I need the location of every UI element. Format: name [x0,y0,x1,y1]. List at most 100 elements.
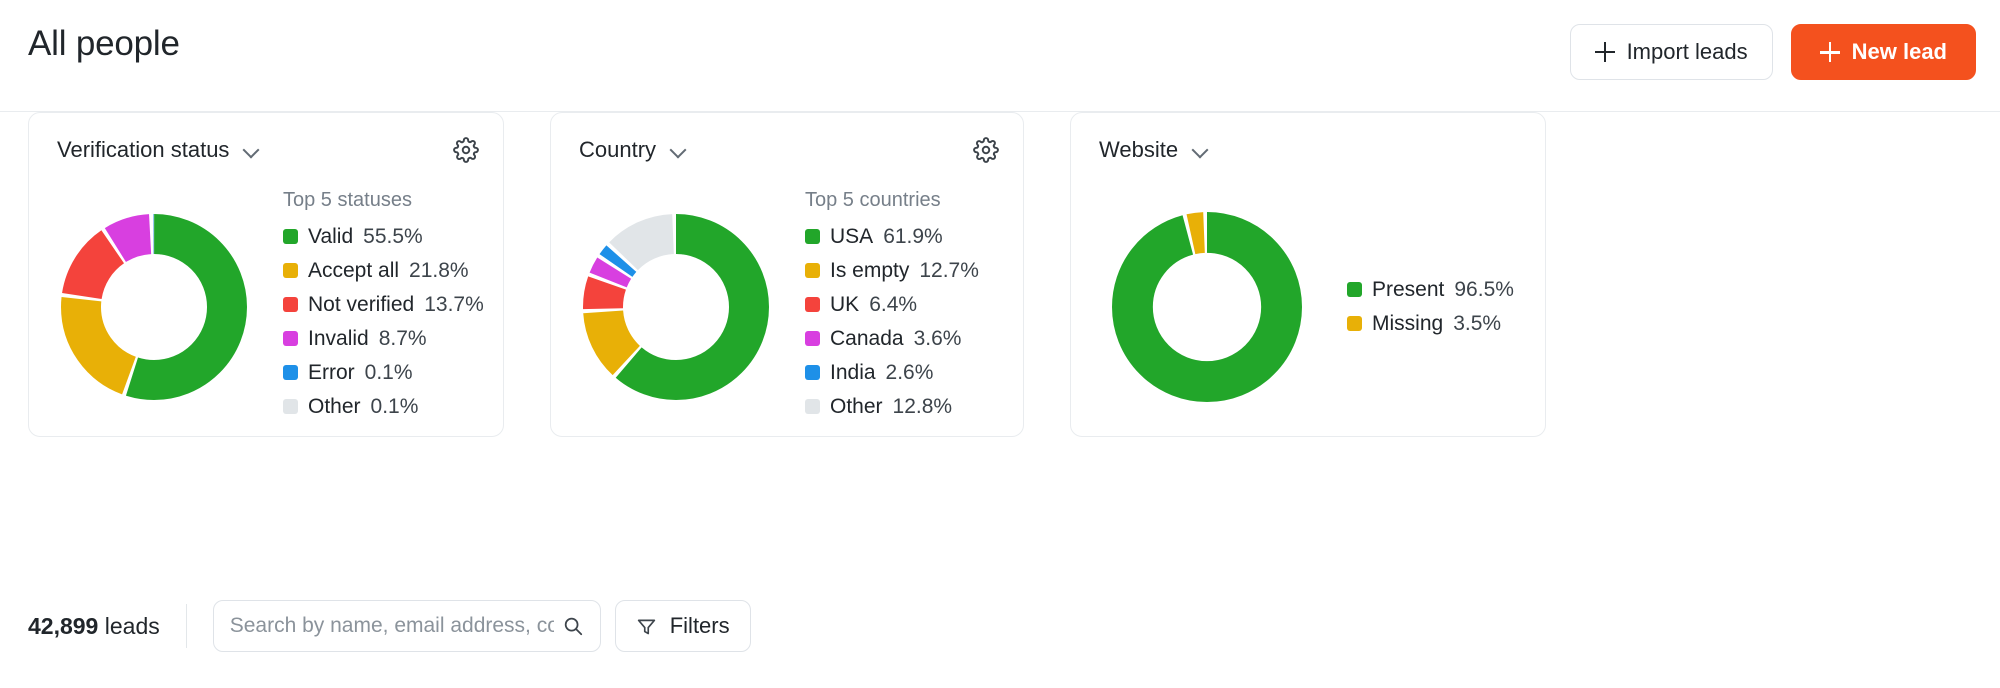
legend-item[interactable]: Present 96.5% [1347,273,1545,307]
legend-value: 3.6% [913,326,962,350]
card-title: Verification status [57,137,230,162]
gear-icon[interactable] [453,137,479,163]
donut-chart-website [1071,211,1343,402]
new-lead-button[interactable]: New lead [1790,24,1976,80]
legend-item[interactable]: Other 12.8% [805,390,1023,424]
legend-value: 96.5% [1454,277,1514,301]
legend-list: USA 61.9% Is empty 12.7% UK 6.4% Canada 3.6% Ind… [805,220,1023,424]
legend-label: Present [1372,277,1445,301]
legend-swatch [283,297,298,312]
legend-swatch [283,229,298,244]
legend-verification: Top 5 statuses Valid 55.5% Accept all 21.8%… [279,190,503,424]
legend-value: 13.7% [424,292,484,316]
card-verification-status-body: Top 5 statuses Valid 55.5% Accept all 21.8%… [29,175,503,438]
legend-swatch [805,263,820,278]
legend-item[interactable]: India 2.6% [805,356,1023,390]
import-leads-label: Import leads [1626,39,1748,64]
legend-value: 21.8% [409,258,469,282]
legend-swatch [805,331,820,346]
card-title: Website [1099,137,1179,162]
legend-swatch [1347,282,1362,297]
donut-chart-country [551,213,801,400]
legend-label: UK [830,292,860,316]
legend-label: Is empty [830,258,910,282]
legend-label: India [830,360,876,384]
header-actions: Import leads New lead [1569,24,1976,80]
page-title: All people [28,24,180,63]
leads-count: 42,899 leads [28,613,160,640]
legend-value: 3.5% [1453,311,1502,335]
legend-value: 2.6% [885,360,934,384]
legend-label: Other [830,394,883,418]
card-verification-status: Verification status Top 5 statuses Valid… [28,112,504,437]
legend-label: Valid [308,224,354,248]
legend-item[interactable]: Missing 3.5% [1347,307,1545,341]
legend-label: Not verified [308,292,415,316]
legend-value: 12.8% [892,394,953,418]
legend-label: Missing [1372,311,1444,335]
legend-item[interactable]: Accept all 21.8% [283,254,503,288]
search-input[interactable] [213,601,600,651]
card-website-header[interactable]: Website [1099,137,1208,163]
legend-label: Other [308,394,361,418]
plus-icon [1594,42,1615,62]
legend-item[interactable]: Valid 55.5% [283,220,503,254]
leads-count-value: 42,899 [28,612,99,639]
search-box[interactable] [212,600,601,652]
legend-swatch [805,229,820,244]
legend-item[interactable]: Not verified 13.7% [283,288,503,322]
legend-item[interactable]: USA 61.9% [805,220,1023,254]
card-website: Website Present 96.5% Missing 3.5% [1070,112,1546,437]
legend-label: Canada [830,326,904,350]
import-leads-button[interactable]: Import leads [1569,24,1773,80]
legend-value: 6.4% [869,292,918,316]
legend-item[interactable]: Error 0.1% [283,356,503,390]
legend-swatch [805,365,820,380]
legend-swatch [283,331,298,346]
plus-icon [1819,42,1840,62]
card-verification-status-header[interactable]: Verification status [57,137,259,163]
app-root: All people Import leads New lead Verific… [0,0,2000,688]
legend-value: 55.5% [363,224,423,248]
legend-item[interactable]: Is empty 12.7% [805,254,1023,288]
legend-value: 0.1% [364,360,413,384]
card-country: Country Top 5 countries USA 61.9% Is empty… [550,112,1024,437]
legend-label: Invalid [308,326,369,350]
legend-label: Accept all [308,258,400,282]
legend-item[interactable]: Canada 3.6% [805,322,1023,356]
legend-item[interactable]: UK 6.4% [805,288,1023,322]
legend-country: Top 5 countries USA 61.9% Is empty 12.7% UK 6… [801,190,1023,424]
legend-value: 8.7% [378,326,427,350]
search-icon[interactable] [562,615,584,637]
filters-label: Filters [669,613,730,638]
donut-segment[interactable] [1112,211,1302,402]
legend-label: Error [308,360,355,384]
page-header: All people Import leads New lead [0,0,2000,112]
legend-list: Valid 55.5% Accept all 21.8% Not verified 13.… [283,220,503,424]
legend-swatch [283,399,298,414]
gear-icon[interactable] [973,137,999,163]
legend-swatch [805,297,820,312]
legend-swatch [283,263,298,278]
card-country-header[interactable]: Country [579,137,686,163]
legend-item[interactable]: Other 0.1% [283,390,503,424]
chevron-down-icon[interactable] [1192,142,1208,158]
card-website-body: Present 96.5% Missing 3.5% [1071,175,1545,438]
legend-swatch [805,399,820,414]
legend-item[interactable]: Invalid 8.7% [283,322,503,356]
legend-website: Present 96.5% Missing 3.5% [1343,273,1545,341]
card-title: Country [579,137,657,162]
new-lead-label: New lead [1851,39,1947,64]
leads-count-word: leads [104,612,160,639]
chevron-down-icon[interactable] [243,142,259,158]
chevron-down-icon[interactable] [670,142,686,158]
list-toolbar: 42,899 leads Filters [28,600,751,652]
legend-value: 61.9% [883,224,943,248]
filters-button[interactable]: Filters [614,600,751,652]
legend-list: Present 96.5% Missing 3.5% [1347,273,1545,341]
funnel-icon [636,616,657,637]
legend-swatch [1347,316,1362,331]
donut-chart-verification [29,213,279,400]
legend-swatch [283,365,298,380]
legend-label: USA [830,224,874,248]
